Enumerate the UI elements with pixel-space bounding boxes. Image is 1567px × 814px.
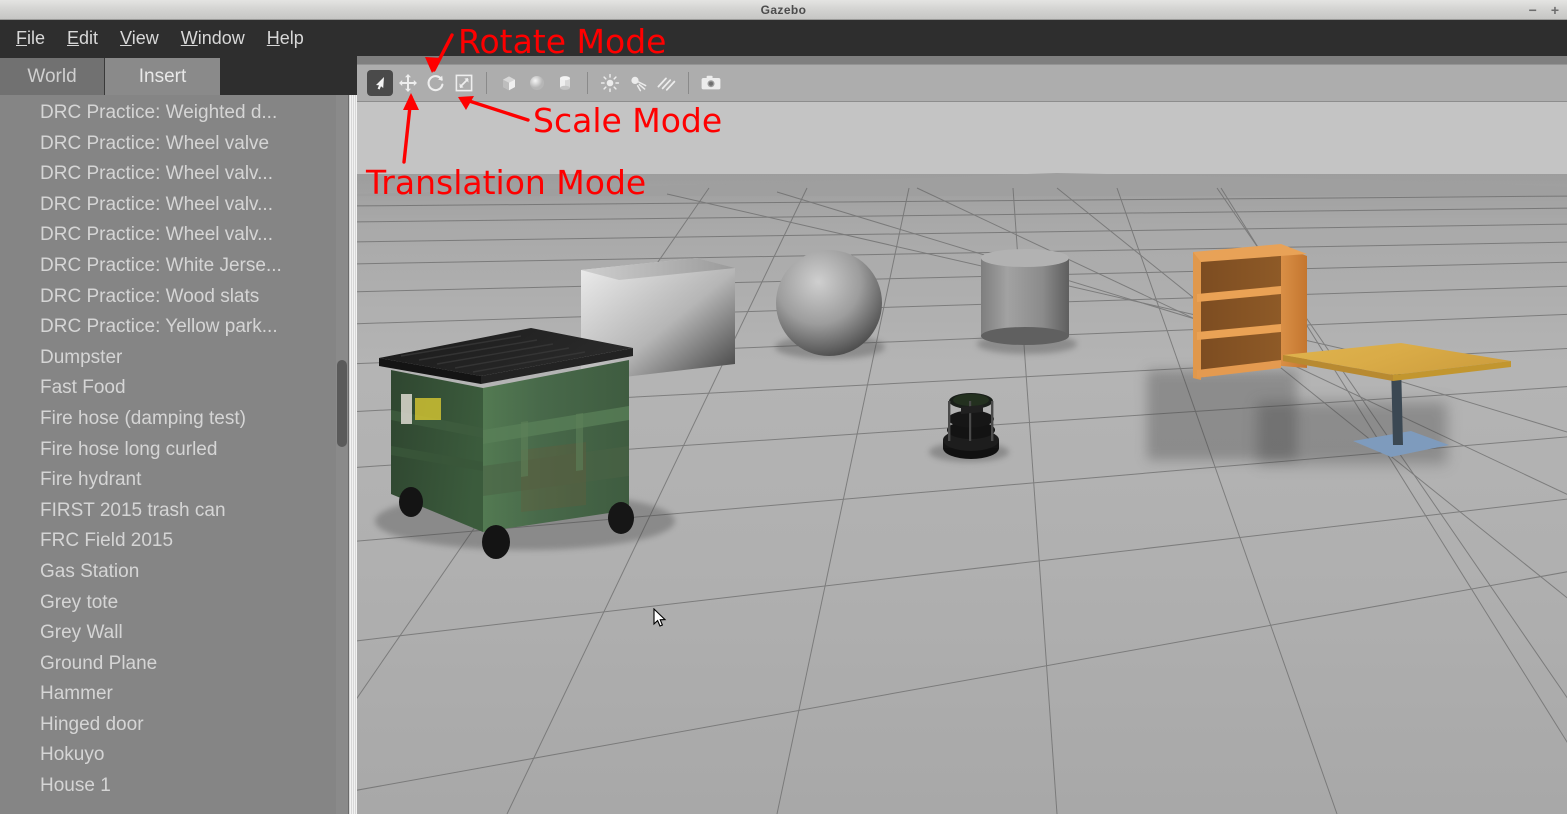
list-item[interactable]: Gas Station	[0, 557, 340, 588]
menu-mnemonic: V	[120, 27, 132, 48]
rotate-icon[interactable]	[423, 70, 449, 96]
gazebo-window: Gazebo − + File Edit View Window Help Wo…	[0, 0, 1567, 814]
cafe-table[interactable]	[1283, 317, 1513, 469]
minimize-button[interactable]: −	[1529, 3, 1537, 17]
list-item[interactable]: Hokuyo	[0, 740, 340, 771]
insert-list-container: DRC Practice: Weighted d... DRC Practice:…	[0, 95, 340, 802]
render-viewport-3d[interactable]	[357, 102, 1567, 814]
tab-insert[interactable]: Insert	[105, 58, 220, 95]
green-dumpster[interactable]	[371, 280, 691, 560]
panel-tab-bar: World Insert	[0, 56, 357, 95]
tab-label: Insert	[138, 65, 187, 87]
menu-item-file[interactable]: File	[5, 26, 56, 51]
list-item[interactable]: Fire hose (damping test)	[0, 404, 340, 435]
toolbar-separator	[587, 72, 588, 94]
menu-label-rest: dit	[79, 27, 99, 48]
title-bar: Gazebo − +	[0, 0, 1567, 20]
list-item[interactable]: FRC Field 2015	[0, 526, 340, 557]
annotation-rotate-mode: Rotate Mode	[458, 22, 667, 61]
screenshot-camera-icon[interactable]	[698, 70, 724, 96]
menu-label-rest: iew	[131, 27, 159, 48]
menu-item-window[interactable]: Window	[170, 26, 256, 51]
window-controls: − +	[1529, 0, 1559, 20]
menu-item-edit[interactable]: Edit	[56, 26, 109, 51]
menu-mnemonic: W	[180, 27, 198, 48]
menu-label-rest: ile	[27, 27, 46, 48]
list-item[interactable]: Fire hydrant	[0, 465, 340, 496]
window-title: Gazebo	[760, 2, 807, 17]
list-item[interactable]: DRC Practice: Wheel valv...	[0, 159, 340, 190]
scale-icon[interactable]	[451, 70, 477, 96]
list-item[interactable]: Fire hose long curled	[0, 435, 340, 466]
list-item[interactable]: DRC Practice: White Jerse...	[0, 251, 340, 282]
select-arrow-icon[interactable]	[367, 70, 393, 96]
spot-light-icon[interactable]	[625, 70, 651, 96]
annotation-translation-mode: Translation Mode	[366, 163, 647, 202]
tab-world[interactable]: World	[0, 58, 105, 95]
list-item[interactable]: DRC Practice: Weighted d...	[0, 98, 340, 129]
list-item[interactable]: DRC Practice: Wheel valv...	[0, 190, 340, 221]
toolbar-separator	[688, 72, 689, 94]
menu-label-rest: indow	[197, 27, 245, 48]
menu-item-view[interactable]: View	[109, 26, 170, 51]
directional-light-icon[interactable]	[653, 70, 679, 96]
menu-item-help[interactable]: Help	[256, 26, 315, 51]
list-item[interactable]: Ground Plane	[0, 649, 340, 680]
list-item[interactable]: Hammer	[0, 679, 340, 710]
menu-mnemonic: F	[16, 27, 27, 48]
annotation-scale-mode: Scale Mode	[533, 101, 723, 140]
list-item[interactable]: FIRST 2015 trash can	[0, 496, 340, 527]
main-toolbar	[357, 64, 1567, 102]
left-panel: World Insert DRC Practice: Weighted d...…	[0, 56, 357, 814]
menu-mnemonic: E	[67, 27, 80, 48]
list-item[interactable]: DRC Practice: Wheel valve	[0, 129, 340, 160]
list-item[interactable]: DRC Practice: Wheel valv...	[0, 220, 340, 251]
scrollbar-thumb[interactable]	[337, 360, 347, 447]
list-item[interactable]: Grey Wall	[0, 618, 340, 649]
insert-list-scrollbar[interactable]	[336, 95, 348, 814]
insert-model-list[interactable]: DRC Practice: Weighted d... DRC Practice:…	[0, 95, 357, 814]
list-item[interactable]: Dumpster	[0, 343, 340, 374]
list-item[interactable]: Grey tote	[0, 588, 340, 619]
list-item[interactable]: DRC Practice: Yellow park...	[0, 312, 340, 343]
grey-sphere[interactable]	[775, 249, 883, 357]
box-icon[interactable]	[496, 70, 522, 96]
turtlebot-robot[interactable]	[935, 388, 1007, 464]
menu-mnemonic: H	[266, 27, 280, 48]
list-item[interactable]: House 1	[0, 771, 340, 802]
menu-label-rest: elp	[279, 27, 304, 48]
panel-resize-handle[interactable]	[348, 95, 357, 814]
mouse-cursor	[653, 608, 667, 627]
list-item[interactable]: Hinged door	[0, 710, 340, 741]
point-light-icon[interactable]	[597, 70, 623, 96]
tab-label: World	[27, 65, 77, 87]
menu-bar: File Edit View Window Help	[0, 20, 1567, 56]
list-item[interactable]: DRC Practice: Wood slats	[0, 282, 340, 313]
translate-move-icon[interactable]	[395, 70, 421, 96]
grey-cylinder[interactable]	[977, 244, 1073, 350]
toolbar-separator	[486, 72, 487, 94]
cylinder-icon[interactable]	[552, 70, 578, 96]
maximize-button[interactable]: +	[1551, 3, 1559, 17]
list-item[interactable]: Fast Food	[0, 373, 340, 404]
sphere-icon[interactable]	[524, 70, 550, 96]
